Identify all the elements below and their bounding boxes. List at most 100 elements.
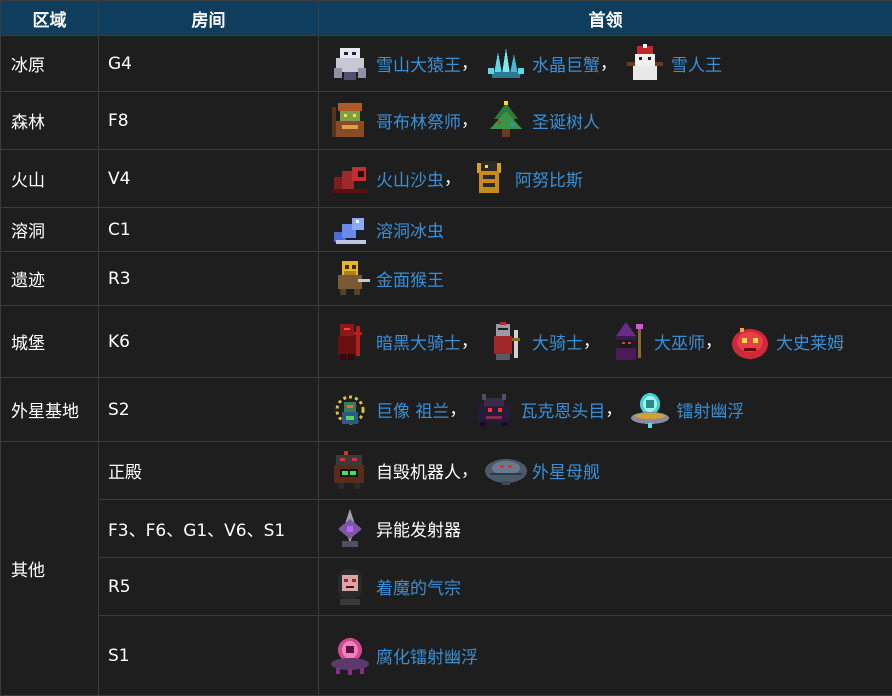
boss-name-golden-monkey[interactable]: 金面猴王 [376, 266, 444, 291]
boss-cell: 腐化镭射幽浮 [319, 616, 892, 696]
room-cell: G4 [99, 36, 319, 92]
boss-entry-wizard[interactable]: 大巫师 [606, 322, 705, 362]
boss-name-crystal-crab[interactable]: 水晶巨蟹 [532, 51, 600, 76]
boss-cell: 哥布林祭师， 圣诞树人 [319, 92, 892, 150]
boss-entry-laser-ufo[interactable]: 镭射幽浮 [628, 390, 744, 430]
boss-name-sandworm[interactable]: 火山沙虫 [376, 166, 444, 191]
boss-name-anubis[interactable]: 阿努比斯 [515, 166, 583, 191]
boss-cell: 自毁机器人，外星母舰 [319, 442, 892, 500]
boss-entry-dark-knight[interactable]: 暗黑大骑士 [328, 322, 461, 362]
boss-entry-anubis[interactable]: 阿努比斯 [467, 159, 583, 199]
boss-name-colossus[interactable]: 巨像 祖兰 [376, 397, 449, 422]
wizard-icon[interactable] [606, 322, 650, 362]
region-cell: 外星基地 [1, 378, 99, 442]
separator: ， [605, 400, 622, 420]
boss-name-snowman-king[interactable]: 雪人王 [671, 51, 722, 76]
slime-icon[interactable] [728, 322, 772, 362]
separator: ， [461, 461, 478, 481]
boss-cell: 金面猴王 [319, 252, 892, 306]
table-row: F3、F6、G1、V6、S1异能发射器 [1, 500, 892, 558]
golden-monkey-icon[interactable] [328, 259, 372, 299]
corrupted-ufo-icon[interactable] [328, 636, 372, 676]
boss-entry-mothership[interactable]: 外星母舰 [484, 451, 600, 491]
varkolyn-icon[interactable] [472, 390, 516, 430]
boss-entry-goblin-priest[interactable]: 哥布林祭师 [328, 101, 461, 141]
boss-entry-slime[interactable]: 大史莱姆 [728, 322, 844, 362]
boss-name-varkolyn[interactable]: 瓦克恩头目 [520, 397, 605, 422]
region-cell: 其他 [1, 442, 99, 696]
boss-entry-colossus[interactable]: 巨像 祖兰 [328, 390, 449, 430]
ice-worm-icon[interactable] [328, 210, 372, 250]
header-room: 房间 [99, 1, 319, 36]
snowman-king-icon[interactable] [623, 44, 667, 84]
anubis-icon[interactable] [467, 159, 511, 199]
laser-ufo-icon[interactable] [628, 390, 672, 430]
region-cell: 冰原 [1, 36, 99, 92]
boss-name-wizard[interactable]: 大巫师 [654, 329, 705, 354]
boss-entry-ape-king[interactable]: 雪山大猿王 [328, 44, 461, 84]
boss-name-laser-ufo[interactable]: 镭射幽浮 [676, 397, 744, 422]
table-row: 其他正殿自毁机器人，外星母舰 [1, 442, 892, 500]
christmas-treant-icon[interactable] [484, 101, 528, 141]
separator: ， [461, 332, 478, 352]
table-row: 遗迹R3 金面猴王 [1, 252, 892, 306]
goblin-priest-icon[interactable] [328, 101, 372, 141]
boss-name-grand-knight[interactable]: 大骑士 [532, 329, 583, 354]
separator: ， [705, 332, 722, 352]
room-cell: R3 [99, 252, 319, 306]
region-cell: 溶洞 [1, 208, 99, 252]
boss-name-corrupted-ufo[interactable]: 腐化镭射幽浮 [376, 643, 478, 668]
crystal-crab-icon[interactable] [484, 44, 528, 84]
boss-name-ice-worm[interactable]: 溶洞冰虫 [376, 217, 444, 242]
launcher-icon [328, 509, 372, 549]
dark-knight-icon[interactable] [328, 322, 372, 362]
room-cell: F8 [99, 92, 319, 150]
boss-entry-possessed-master[interactable]: 着魔的气宗 [328, 567, 461, 607]
boss-entry-golden-monkey[interactable]: 金面猴王 [328, 259, 444, 299]
boss-name-possessed-master[interactable]: 着魔的气宗 [376, 574, 461, 599]
table-row: 冰原G4雪山大猿王，水晶巨蟹，雪人王 [1, 36, 892, 92]
colossus-icon[interactable] [328, 390, 372, 430]
room-cell: S1 [99, 616, 319, 696]
boss-name-goblin-priest[interactable]: 哥布林祭师 [376, 108, 461, 133]
separator: ， [461, 54, 478, 74]
boss-entry-varkolyn[interactable]: 瓦克恩头目 [472, 390, 605, 430]
boss-cell: 巨像 祖兰，瓦克恩头目，镭射幽浮 [319, 378, 892, 442]
separator: ， [600, 54, 617, 74]
table-row: 外星基地S2巨像 祖兰，瓦克恩头目，镭射幽浮 [1, 378, 892, 442]
room-cell: 正殿 [99, 442, 319, 500]
header-boss: 首领 [319, 1, 892, 36]
boss-name-christmas-treant[interactable]: 圣诞树人 [532, 108, 600, 133]
boss-entry-corrupted-ufo[interactable]: 腐化镭射幽浮 [328, 636, 478, 676]
boss-name-mothership[interactable]: 外星母舰 [532, 458, 600, 483]
separator: ， [444, 169, 461, 189]
mothership-icon[interactable] [484, 451, 528, 491]
boss-cell: 暗黑大骑士，大骑士，大巫师，大史莱姆 [319, 306, 892, 378]
boss-name-ape-king[interactable]: 雪山大猿王 [376, 51, 461, 76]
boss-cell: 火山沙虫， 阿努比斯 [319, 150, 892, 208]
boss-entry-snowman-king[interactable]: 雪人王 [623, 44, 722, 84]
separator: ， [461, 111, 478, 131]
room-cell: K6 [99, 306, 319, 378]
boss-name-slime[interactable]: 大史莱姆 [776, 329, 844, 354]
boss-entry-ice-worm[interactable]: 溶洞冰虫 [328, 210, 444, 250]
boss-entry-sandworm[interactable]: 火山沙虫 [328, 159, 444, 199]
boss-entry-crystal-crab[interactable]: 水晶巨蟹 [484, 44, 600, 84]
boss-cell: 异能发射器 [319, 500, 892, 558]
room-cell: R5 [99, 558, 319, 616]
region-cell: 火山 [1, 150, 99, 208]
grand-knight-icon[interactable] [484, 322, 528, 362]
sandworm-icon[interactable] [328, 159, 372, 199]
table-row: R5 着魔的气宗 [1, 558, 892, 616]
table-header: 区域 房间 首领 [1, 1, 892, 36]
boss-name-dark-knight[interactable]: 暗黑大骑士 [376, 329, 461, 354]
boss-cell: 雪山大猿王，水晶巨蟹，雪人王 [319, 36, 892, 92]
table-row: 溶洞C1溶洞冰虫 [1, 208, 892, 252]
boss-entry-christmas-treant[interactable]: 圣诞树人 [484, 101, 600, 141]
boss-entry-grand-knight[interactable]: 大骑士 [484, 322, 583, 362]
region-cell: 遗迹 [1, 252, 99, 306]
ape-king-icon[interactable] [328, 44, 372, 84]
table-row: 城堡K6暗黑大骑士，大骑士，大巫师，大史莱姆 [1, 306, 892, 378]
boss-cell: 着魔的气宗 [319, 558, 892, 616]
possessed-master-icon[interactable] [328, 567, 372, 607]
